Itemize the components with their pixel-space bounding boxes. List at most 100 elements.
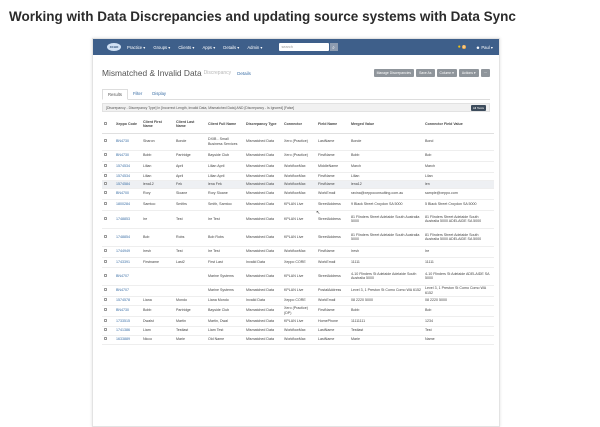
table-cell: Liana xyxy=(141,296,174,306)
table-row[interactable]: BN4730 Bobb Partridge Bayside Club Mismatche… xyxy=(102,150,494,162)
logo[interactable]: XCHO xyxy=(107,43,121,51)
table-cell: 08 2220 5000 xyxy=(423,296,494,306)
table-row[interactable]: 1733515 Dwalst Martin Martin, Dwal Mismatche… xyxy=(102,316,494,327)
row-checkbox[interactable] xyxy=(102,199,114,211)
table-cell: Invalid Data xyxy=(244,257,282,268)
select-all-checkbox[interactable] xyxy=(102,116,114,134)
nav-item-admin[interactable]: Admin ▾ xyxy=(247,45,262,50)
table-row[interactable]: 1741386 Liam Testlast Liam Test Mismatched D… xyxy=(102,326,494,336)
row-checkbox[interactable] xyxy=(102,172,114,181)
table-row[interactable]: BN4707 Marine Systems Mismatched Data KPLAN… xyxy=(102,267,494,286)
column-header[interactable]: Discrepancy Type xyxy=(244,116,282,134)
table-cell[interactable]: BN4730 xyxy=(114,305,141,317)
row-checkbox[interactable] xyxy=(102,161,114,173)
table-row[interactable]: 1574584 lena12 Fek lena Fek Mismatched Data W… xyxy=(102,180,494,189)
column-header[interactable]: Xeppo Code xyxy=(114,116,141,134)
notifications[interactable]: ● 0 xyxy=(458,44,466,50)
user-menu[interactable]: ☻ Paul ▾ xyxy=(476,45,493,50)
table-cell: WorkflowMax xyxy=(282,172,316,181)
table-cell[interactable]: 1574578 xyxy=(114,296,141,306)
table-cell: KPLAN Live xyxy=(282,316,316,327)
table-row[interactable]: BN4700 Rory Sloane Rory Sloane Mismatched Da… xyxy=(102,188,494,200)
count-button[interactable]: All Tests xyxy=(470,104,486,111)
column-header[interactable]: Client First Name xyxy=(141,116,174,134)
column-header[interactable]: Merged Value xyxy=(349,116,423,134)
results-table: Xeppo Code Client First Name Client Last N… xyxy=(102,116,494,345)
row-checkbox[interactable] xyxy=(102,228,114,247)
row-checkbox[interactable] xyxy=(102,335,114,345)
table-cell[interactable]: 1800284 xyxy=(114,199,141,211)
table-cell[interactable]: 1748853 xyxy=(114,210,141,229)
row-checkbox[interactable] xyxy=(102,188,114,200)
table-cell: Test xyxy=(423,326,494,336)
table-cell: 11111 xyxy=(349,257,423,268)
column-header[interactable]: Connector xyxy=(282,116,316,134)
table-cell: len xyxy=(423,180,494,189)
table-cell[interactable]: 1574584 xyxy=(114,180,141,189)
table-cell[interactable]: BN4707 xyxy=(114,267,141,286)
row-checkbox[interactable] xyxy=(102,285,114,297)
column-button[interactable]: Column ▾ xyxy=(436,69,457,77)
row-checkbox[interactable] xyxy=(102,150,114,162)
table-cell[interactable]: 1633889 xyxy=(114,335,141,345)
row-checkbox[interactable] xyxy=(102,246,114,258)
tab-results[interactable]: Results xyxy=(102,89,128,100)
nav-item-clients[interactable]: Clients ▾ xyxy=(178,45,194,50)
search-input[interactable]: search xyxy=(278,43,329,51)
column-header[interactable]: Connector Field Value xyxy=(423,116,494,134)
table-row[interactable]: 1744949 Iresh Test Ire Test Mismatched Data W… xyxy=(102,246,494,258)
tab-display[interactable]: Display xyxy=(147,89,171,99)
row-checkbox[interactable] xyxy=(102,133,114,151)
nav-item-groups[interactable]: Groups ▾ xyxy=(153,45,170,50)
nav-item-apps[interactable]: Apps ▾ xyxy=(202,45,215,50)
table-cell: Iresh xyxy=(141,246,174,258)
table-cell[interactable]: 1741386 xyxy=(114,326,141,336)
table-cell: WorkEmail xyxy=(316,257,349,268)
details-link[interactable]: Details xyxy=(237,71,251,76)
table-row[interactable]: BN4730 Sharon Bonde DXIB - Small Business S… xyxy=(102,133,494,151)
table-row[interactable]: BN4730 Bobb Partridge Bayside Club Mismatche… xyxy=(102,305,494,317)
nav-item-practice[interactable]: Practice ▾ xyxy=(127,45,145,50)
table-cell: Level 3, 1 Preston St Como Como WA 6152 xyxy=(349,285,423,297)
table-cell[interactable]: 1743391 xyxy=(114,257,141,268)
table-cell[interactable]: BN4730 xyxy=(114,150,141,162)
tab-filter[interactable]: Filter xyxy=(128,89,147,99)
row-checkbox[interactable] xyxy=(102,326,114,336)
table-row[interactable]: 1743391 Firstname Last2 First Last Invalid D… xyxy=(102,257,494,268)
table-cell[interactable]: 1733515 xyxy=(114,316,141,327)
row-checkbox[interactable] xyxy=(102,180,114,189)
column-header[interactable]: Client Full Name xyxy=(206,116,244,134)
table-row[interactable]: 1574578 Liana Mondo Liana Mondo Invalid Data… xyxy=(102,296,494,306)
column-header[interactable]: Client Last Name xyxy=(174,116,206,134)
search-icon[interactable]: ⌕ xyxy=(329,43,338,51)
title-row: Mismatched & Invalid Data Discrepancy De… xyxy=(93,67,499,79)
table-row[interactable]: 1748854 Bob Robs Bob Robs Mismatched Data KPL… xyxy=(102,228,494,247)
table-row[interactable]: BN4707 Marine Systems Mismatched Data KPLAN… xyxy=(102,285,494,297)
table-row[interactable]: 1574534 Lilian April Lilian April Mismatched… xyxy=(102,172,494,181)
more-button[interactable]: ⋯ xyxy=(480,69,490,77)
table-cell[interactable]: BN4700 xyxy=(114,188,141,200)
table-row[interactable]: 1574534 Lilian April Lilian April Mismatched… xyxy=(102,161,494,173)
row-checkbox[interactable] xyxy=(102,210,114,229)
column-header[interactable]: Field Name xyxy=(316,116,349,134)
actions-button[interactable]: Actions ▾ xyxy=(458,69,479,77)
row-checkbox[interactable] xyxy=(102,316,114,327)
table-cell[interactable]: 1748854 xyxy=(114,228,141,247)
row-checkbox[interactable] xyxy=(102,257,114,268)
row-checkbox[interactable] xyxy=(102,305,114,317)
table-cell[interactable]: BN4707 xyxy=(114,285,141,297)
table-cell[interactable]: 1574534 xyxy=(114,161,141,173)
mouse-cursor-icon: ↖ xyxy=(316,210,321,216)
row-checkbox[interactable] xyxy=(102,296,114,306)
save-as-button[interactable]: Save As xyxy=(416,69,435,77)
manage-discrepancies-button[interactable]: Manage Discrepancies xyxy=(373,69,415,77)
row-checkbox[interactable] xyxy=(102,267,114,286)
table-row[interactable]: 1633889 Nicco Marie Old Name Mismatched Data… xyxy=(102,335,494,345)
table-cell[interactable]: BN4730 xyxy=(114,133,141,151)
table-cell[interactable]: 1574534 xyxy=(114,172,141,181)
table-row[interactable]: 1748853 Ire Test Ire Test Mismatched Data KPL… xyxy=(102,210,494,229)
table-cell[interactable]: 1744949 xyxy=(114,246,141,258)
table-cell: Mismatched Data xyxy=(244,316,282,327)
nav-item-details[interactable]: Details ▾ xyxy=(223,45,239,50)
table-row[interactable]: 1800284 Samtoo Smiths Smith, Samtoo Mismatch… xyxy=(102,199,494,211)
